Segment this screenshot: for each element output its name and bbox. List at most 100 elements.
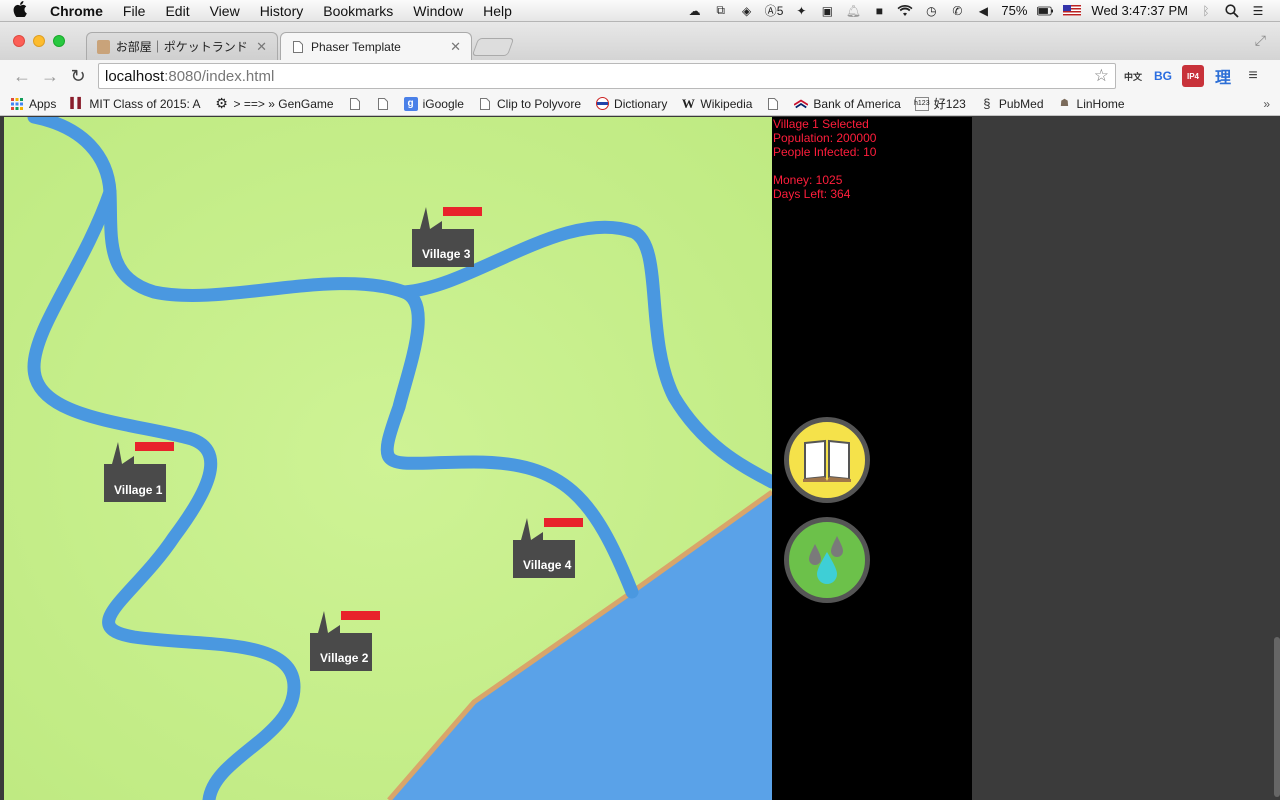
rikai-extension-icon[interactable]: 理 (1212, 65, 1234, 87)
fullscreen-icon[interactable]: ⤢ (1255, 32, 1266, 49)
bookmark-label: iGoogle (422, 96, 464, 111)
bookmark-star-icon[interactable]: ☆ (1094, 66, 1109, 86)
village-1[interactable]: Village 1 (104, 442, 176, 502)
village-2-label: Village 2 (320, 651, 369, 665)
game-side-panel: Village 1 Selected Population: 200000 Pe… (772, 117, 972, 800)
macos-menubar: Chrome File Edit View History Bookmarks … (0, 0, 1280, 22)
bookmark-label: 好123 (933, 97, 966, 111)
battery-icon[interactable] (1037, 4, 1054, 18)
tab-title: お部屋｜ポケットランド by (115, 40, 251, 54)
dictionary-icon (595, 97, 609, 111)
village-1-health-bar (135, 442, 174, 451)
page-icon (478, 97, 492, 111)
layers-icon[interactable]: ◈ (739, 4, 755, 18)
menu-edit[interactable]: Edit (155, 3, 199, 19)
chinese-extension-icon[interactable]: 中文 (1122, 65, 1144, 87)
tab-pocketland[interactable]: お部屋｜ポケットランド by ✕ (86, 32, 278, 60)
village-2[interactable]: Village 2 (310, 611, 382, 671)
back-arrow-icon[interactable]: ← (8, 62, 36, 90)
mit-icon: ▌▌ (70, 98, 85, 109)
creative-cloud-icon[interactable]: ☁ (687, 4, 703, 18)
village-3-label: Village 3 (422, 247, 471, 261)
close-window-button[interactable] (13, 35, 25, 47)
infected-text: People Infected: 10 (773, 145, 877, 159)
apple-icon[interactable] (0, 0, 40, 21)
minimize-window-button[interactable] (33, 35, 45, 47)
village-4[interactable]: Village 4 (513, 518, 585, 578)
bookmark-page-3[interactable] (766, 97, 780, 111)
page-icon (376, 97, 390, 111)
page-icon (348, 97, 362, 111)
time-machine-icon[interactable]: ◷ (923, 4, 939, 18)
forward-arrow-icon[interactable]: → (36, 62, 64, 90)
tab-phaser-template[interactable]: Phaser Template ✕ (280, 32, 472, 60)
dropbox-icon[interactable]: ✦ (793, 4, 809, 18)
new-tab-button[interactable] (471, 38, 515, 56)
bell-icon[interactable]: 🔔︎ (845, 4, 861, 18)
reload-icon[interactable]: ↻ (64, 62, 92, 90)
bluetooth-icon[interactable]: ᛒ (1198, 4, 1214, 18)
bookmark-apps[interactable]: Apps (10, 97, 56, 111)
evernote-icon[interactable]: ■ (871, 4, 887, 18)
bg-extension-icon[interactable]: BG (1152, 65, 1174, 87)
menu-app-name[interactable]: Chrome (40, 3, 113, 19)
menu-bookmarks[interactable]: Bookmarks (313, 3, 403, 19)
address-bar[interactable]: localhost:8080/index.html ☆ (98, 63, 1116, 89)
bookmark-label: PubMed (998, 96, 1044, 111)
menu-view[interactable]: View (200, 3, 250, 19)
village-4-label: Village 4 (523, 558, 572, 572)
bookmark-hao123[interactable]: h123 好123 (914, 95, 966, 112)
bookmarks-overflow-icon[interactable]: » (1263, 97, 1270, 111)
boa-icon (794, 97, 809, 111)
bookmark-label: MIT Class of 2015: A (89, 96, 201, 111)
bookmark-label: LinHome (1076, 96, 1125, 111)
bookmark-igoogle[interactable]: g iGoogle (403, 96, 464, 111)
menu-window[interactable]: Window (403, 3, 473, 19)
menu-history[interactable]: History (250, 3, 314, 19)
water-drops-icon (809, 536, 843, 584)
chrome-menu-icon[interactable]: ≡ (1242, 65, 1264, 87)
us-flag-icon[interactable] (1063, 5, 1082, 16)
pubmed-icon: § (983, 96, 991, 111)
window-icon[interactable]: ⧉ (713, 3, 729, 18)
battery-percent[interactable]: 75% (1001, 3, 1027, 18)
spotlight-search-icon[interactable] (1224, 3, 1240, 18)
book-button[interactable] (784, 417, 870, 503)
wifi-icon[interactable] (897, 4, 913, 18)
bookmark-wikipedia[interactable]: W Wikipedia (681, 96, 753, 111)
close-tab-icon[interactable]: ✕ (450, 39, 461, 55)
bookmark-bank-of-america[interactable]: Bank of America (794, 97, 901, 111)
bookmark-page-1[interactable] (348, 97, 362, 111)
google-icon: g (403, 96, 418, 111)
volume-icon[interactable]: ◀ (975, 4, 991, 18)
menu-help[interactable]: Help (473, 3, 522, 19)
notification-center-icon[interactable]: ☰ (1250, 4, 1266, 18)
bookmark-mit[interactable]: ▌▌ MIT Class of 2015: A (70, 97, 200, 111)
menu-file[interactable]: File (113, 3, 156, 19)
water-button[interactable] (784, 517, 870, 603)
bookmark-polyvore[interactable]: Clip to Polyvore (478, 97, 581, 111)
shield-icon[interactable]: ▣ (819, 4, 835, 18)
bookmark-page-2[interactable] (376, 97, 390, 111)
page-icon (766, 97, 780, 111)
linhome-icon: ☗ (1060, 98, 1070, 109)
bookmark-gengame[interactable]: ⚙ > ==> » GenGame (215, 95, 333, 111)
days-left-text: Days Left: 364 (773, 187, 851, 201)
game-map[interactable]: Village 3 Village 1 Village 4 Village 2 (4, 117, 772, 800)
scrollbar[interactable] (1274, 637, 1280, 797)
phone-icon[interactable]: ✆ (949, 4, 965, 18)
close-tab-icon[interactable]: ✕ (256, 39, 267, 55)
bookmark-label: Dictionary (614, 96, 668, 111)
bookmark-dictionary[interactable]: Dictionary (595, 97, 667, 111)
tab-title: Phaser Template (311, 39, 401, 54)
ip4-extension-icon[interactable]: IP4 (1182, 65, 1204, 87)
browser-toolbar: ← → ↻ localhost:8080/index.html ☆ 中文 BG … (0, 60, 1280, 92)
bookmark-linhome[interactable]: ☗ LinHome (1058, 97, 1125, 111)
room-favicon-icon (97, 39, 110, 54)
menubar-clock[interactable]: Wed 3:47:37 PM (1091, 3, 1188, 18)
zoom-window-button[interactable] (53, 35, 65, 47)
bookmark-pubmed[interactable]: § PubMed (980, 96, 1044, 111)
adobe-count: 5 (776, 3, 784, 18)
village-3[interactable]: Village 3 (412, 207, 484, 267)
adobe-icon[interactable]: Ⓐ 5 (765, 3, 784, 19)
